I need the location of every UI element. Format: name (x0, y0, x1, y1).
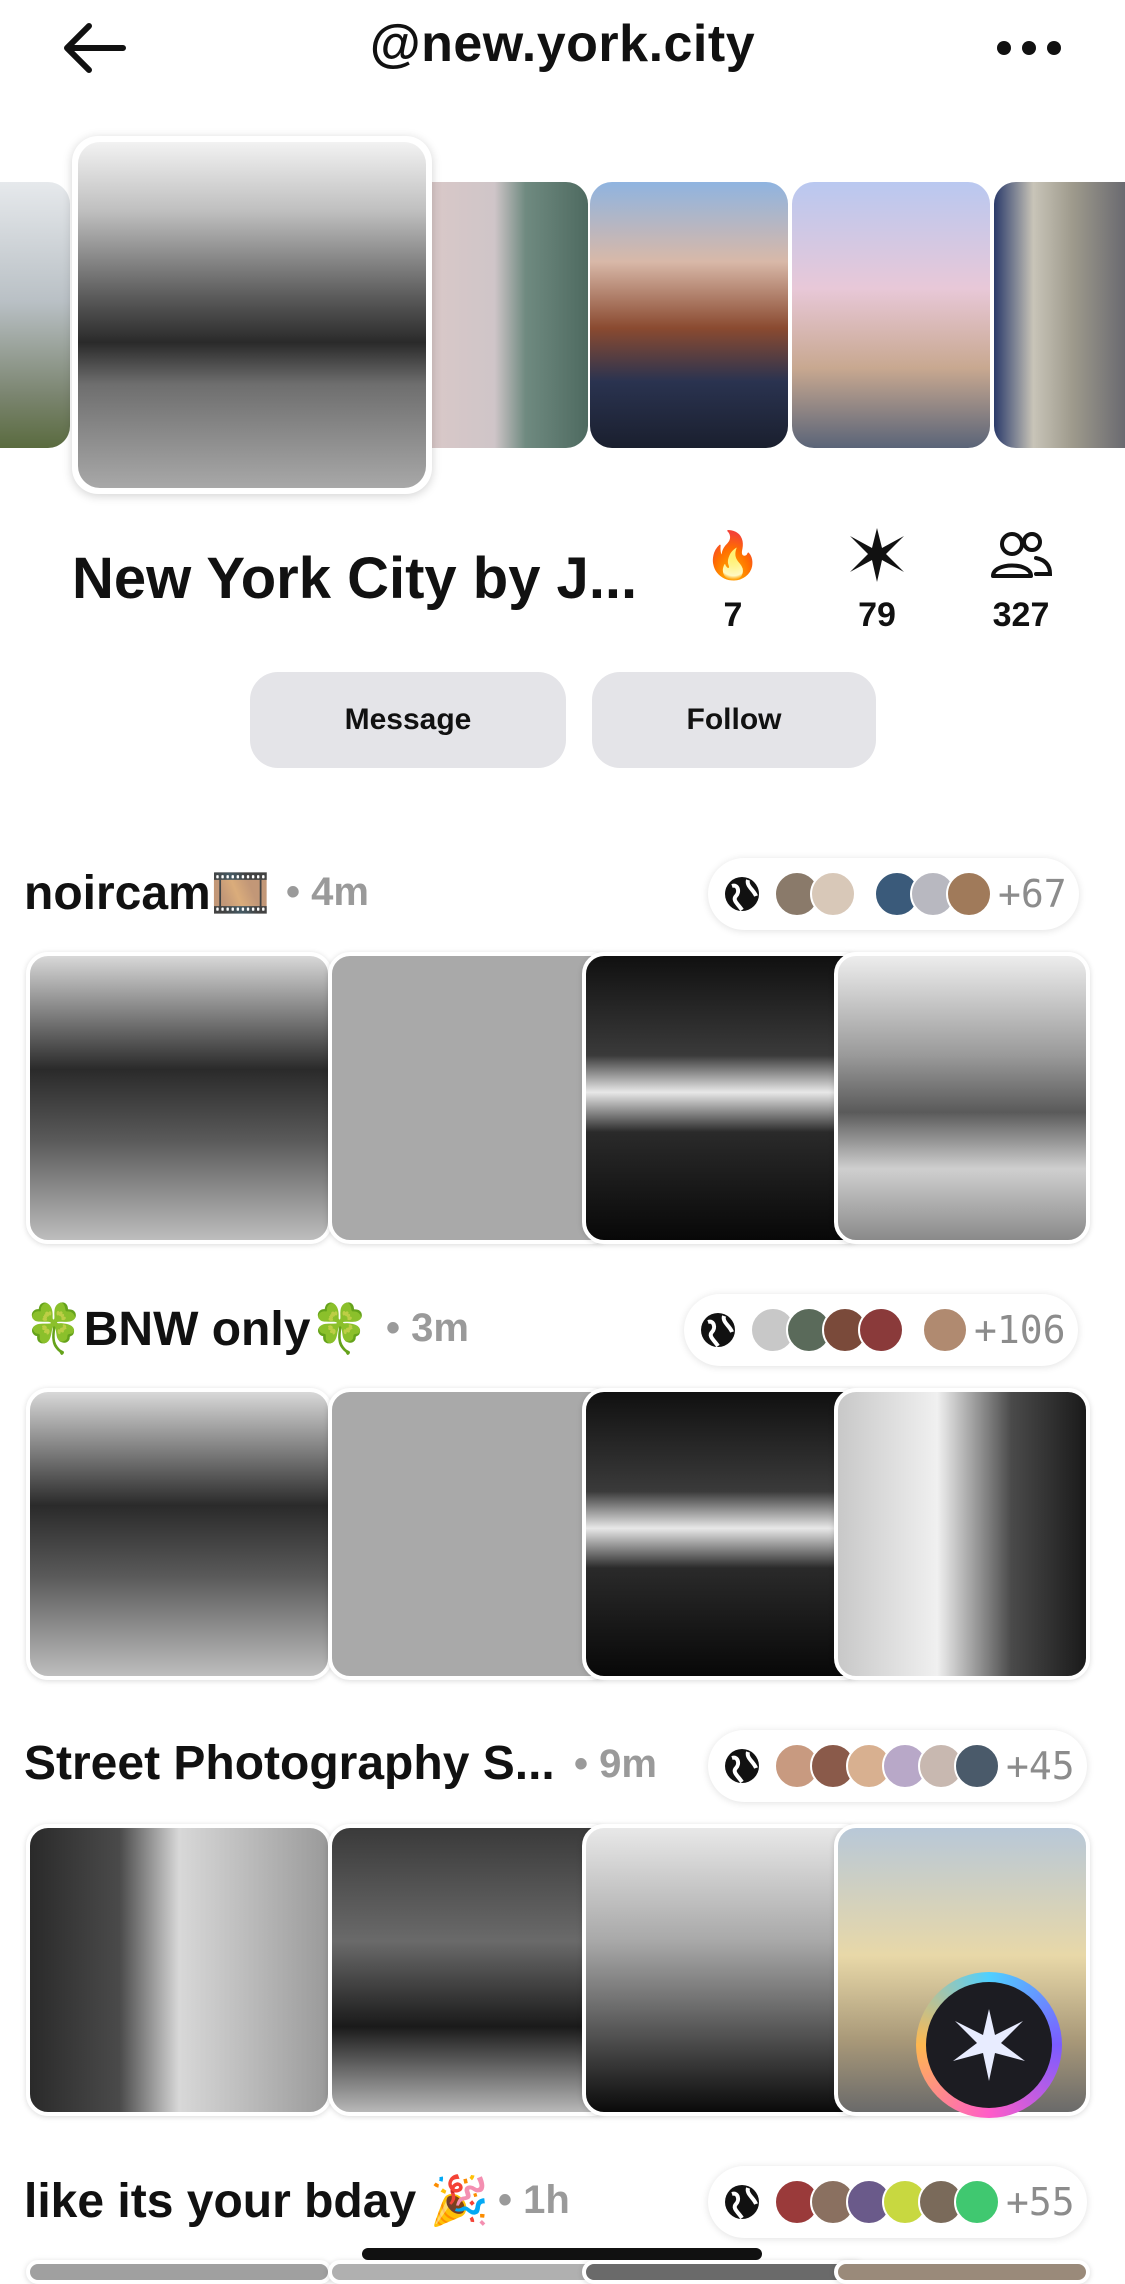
group-members-pill[interactable]: +55 (708, 2166, 1087, 2238)
group-members-pill[interactable]: +45 (708, 1730, 1087, 1802)
globe-icon (725, 1749, 759, 1784)
group-photo-row[interactable] (26, 952, 1090, 1244)
group-header[interactable]: like its your bday 🎉 • 1h +55 (24, 2166, 1104, 2242)
cover-photo[interactable] (994, 182, 1125, 448)
stat-people[interactable]: 327 (966, 520, 1076, 635)
page-title: @new.york.city (369, 15, 756, 73)
cover-photo[interactable] (590, 182, 788, 448)
photo-thumb[interactable] (328, 2260, 614, 2284)
cover-photo[interactable] (432, 182, 588, 448)
fab-inner (926, 1982, 1052, 2108)
group-header[interactable]: noircam🎞️ • 4m +67 (24, 858, 1104, 934)
photo-thumb[interactable] (582, 1388, 866, 1680)
more-options-button[interactable] (989, 20, 1069, 76)
sparkle-icon (850, 528, 904, 582)
stat-value: 79 (858, 596, 896, 634)
photo-thumb[interactable] (582, 2260, 866, 2284)
group-name: Street Photography S... (24, 1737, 555, 1790)
member-count: +67 (998, 872, 1067, 916)
group-name: like its your bday 🎉 (24, 2175, 490, 2228)
globe-icon (725, 2185, 759, 2220)
photo-thumb[interactable] (26, 1388, 332, 1680)
group-header[interactable]: Street Photography S... • 9m +45 (24, 1730, 1104, 1806)
ellipsis-icon (997, 41, 1061, 55)
group-name: noircam🎞️ (24, 867, 271, 920)
stat-fire[interactable]: 🔥 7 (678, 520, 788, 635)
globe-icon (701, 1313, 735, 1348)
group-header[interactable]: 🍀BNW only🍀 • 3m +106 (24, 1294, 1104, 1370)
profile-name: New York City by J... (72, 546, 638, 611)
fire-icon: 🔥 (704, 528, 762, 581)
group-name: 🍀BNW only🍀 (24, 1303, 371, 1356)
cover-photo[interactable] (0, 182, 70, 448)
member-count: +55 (1006, 2180, 1075, 2224)
create-fab-button[interactable] (916, 1972, 1062, 2118)
photo-thumb[interactable] (26, 2260, 332, 2284)
member-avatar (858, 1307, 904, 1353)
photo-thumb[interactable] (834, 2260, 1090, 2284)
sparkle-icon (953, 2009, 1025, 2081)
profile-cover-image[interactable] (72, 136, 432, 494)
photo-thumb[interactable] (834, 1388, 1090, 1680)
member-avatar (954, 2179, 1000, 2225)
stat-value: 327 (992, 596, 1050, 634)
photo-thumb[interactable] (328, 1824, 614, 2116)
member-avatar (954, 1743, 1000, 1789)
group-time: • 3m (386, 1306, 469, 1350)
featured-photo (78, 142, 426, 488)
photo-thumb[interactable] (328, 1388, 614, 1680)
member-avatar (922, 1307, 968, 1353)
member-count: +106 (974, 1308, 1066, 1352)
group-members-pill[interactable]: +106 (684, 1294, 1078, 1366)
group-members-pill[interactable]: +67 (708, 858, 1079, 930)
group-time: • 1h (498, 2178, 570, 2222)
stat-value: 7 (723, 596, 743, 634)
stat-sparkle[interactable]: 79 (822, 520, 932, 635)
member-avatar (810, 871, 856, 917)
photo-thumb[interactable] (26, 952, 332, 1244)
group-time: • 9m (574, 1742, 657, 1786)
message-button[interactable]: Message (250, 672, 566, 768)
photo-thumb[interactable] (582, 952, 866, 1244)
cover-photo[interactable] (792, 182, 990, 448)
photo-thumb[interactable] (834, 952, 1090, 1244)
group-photo-row[interactable] (26, 2260, 1090, 2284)
people-icon (991, 532, 1052, 578)
member-avatar (946, 871, 992, 917)
top-bar: @new.york.city (0, 0, 1125, 100)
group-time: • 4m (286, 870, 369, 914)
photo-thumb[interactable] (582, 1824, 866, 2116)
member-count: +45 (1006, 1744, 1075, 1788)
follow-button[interactable]: Follow (592, 672, 876, 768)
photo-thumb[interactable] (26, 1824, 332, 2116)
home-indicator (362, 2248, 762, 2260)
globe-icon (725, 877, 759, 912)
group-photo-row[interactable] (26, 1388, 1090, 1680)
photo-thumb[interactable] (328, 952, 614, 1244)
